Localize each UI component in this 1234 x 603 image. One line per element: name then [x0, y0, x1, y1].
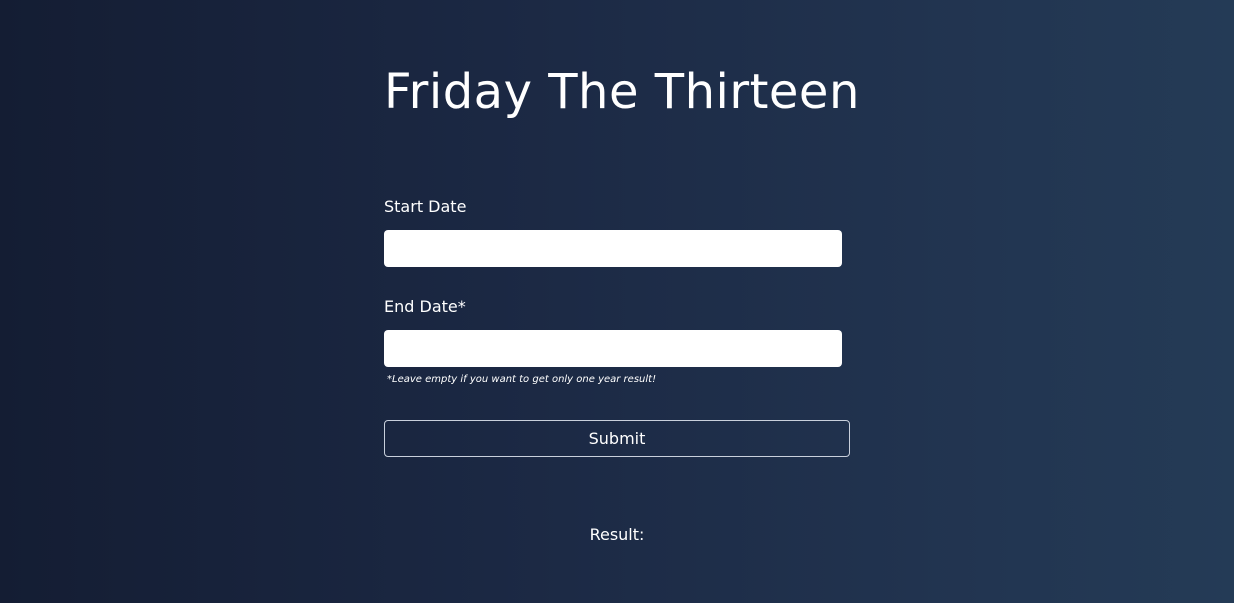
end-date-group: End Date* *Leave empty if you want to ge…: [384, 296, 850, 387]
result-label: Result:: [589, 525, 645, 544]
start-date-label: Start Date: [384, 197, 467, 216]
page: Friday The Thirteen Start Date End Date*…: [0, 0, 1234, 603]
start-date-input[interactable]: [384, 230, 842, 267]
page-title: Friday The Thirteen: [384, 64, 860, 120]
start-date-group: Start Date: [384, 196, 850, 267]
submit-button[interactable]: Submit: [384, 420, 850, 457]
end-date-input[interactable]: [384, 330, 842, 367]
date-form: Start Date End Date* *Leave empty if you…: [384, 196, 850, 387]
end-date-label: End Date*: [384, 297, 466, 316]
end-date-hint: *Leave empty if you want to get only one…: [387, 374, 657, 385]
